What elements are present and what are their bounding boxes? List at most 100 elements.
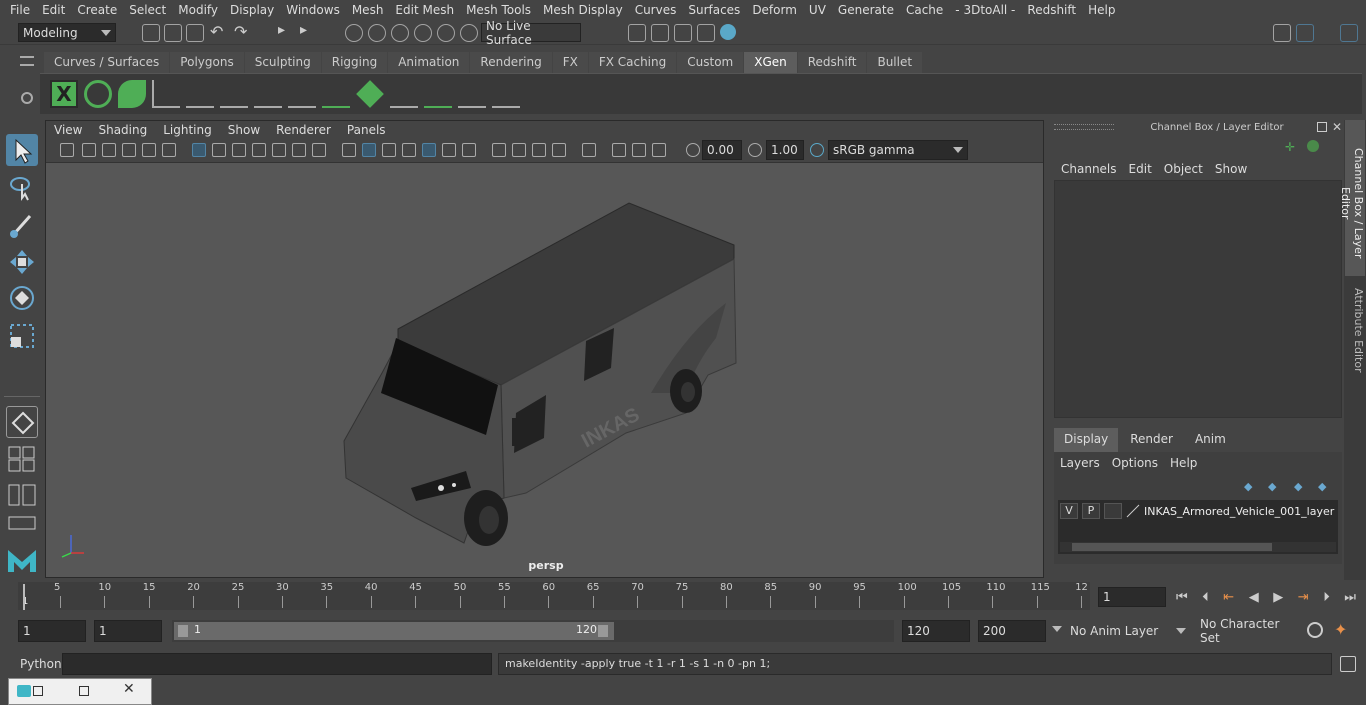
shelf-tab-rigging[interactable]: Rigging	[321, 52, 388, 73]
tab-attribute-editor[interactable]: Attribute Editor	[1345, 280, 1365, 380]
drag-handle[interactable]	[1054, 124, 1114, 130]
auto-key-icon[interactable]	[1307, 622, 1323, 638]
menu-redshift[interactable]: Redshift	[1021, 3, 1082, 17]
menu-mesh[interactable]: Mesh	[346, 3, 390, 17]
live-surface-field[interactable]: No Live Surface	[481, 19, 581, 47]
grid-toggle-icon[interactable]	[192, 143, 206, 157]
menu-edit-mesh[interactable]: Edit Mesh	[389, 3, 460, 17]
animation-prefs-icon[interactable]: ✦	[1334, 620, 1347, 639]
menu-modify[interactable]: Modify	[172, 3, 224, 17]
shelf-tab-custom[interactable]: Custom	[677, 52, 744, 73]
scene-end-field[interactable]	[978, 620, 1046, 642]
shelf-settings-gear-icon[interactable]	[21, 92, 33, 104]
motion-blur-icon[interactable]	[632, 143, 646, 157]
viewport-canvas[interactable]: INKAS persp	[46, 163, 1043, 577]
select-tool-icon[interactable]	[6, 134, 38, 166]
current-time-marker[interactable]	[23, 584, 25, 610]
menu-display[interactable]: Display	[224, 3, 280, 17]
layer-scrollbar[interactable]	[1060, 542, 1336, 552]
ambient-occlusion-icon[interactable]	[462, 143, 476, 157]
restore-icon[interactable]	[33, 686, 43, 696]
play-backward-icon[interactable]: ◀	[1249, 590, 1259, 605]
isolate-select-icon[interactable]	[552, 143, 566, 157]
speed-toggle-icon[interactable]	[1307, 140, 1319, 152]
new-layer-selected-icon[interactable]: ◆	[1318, 480, 1326, 493]
menu-deform[interactable]: Deform	[746, 3, 803, 17]
ipr-render-icon[interactable]	[674, 24, 692, 42]
render-sequence-icon[interactable]	[651, 24, 669, 42]
go-to-start-icon[interactable]: ⏮	[1176, 590, 1188, 605]
menu-generate[interactable]: Generate	[832, 3, 900, 17]
range-slider[interactable]: 1 120	[172, 620, 894, 642]
menu-mesh-display[interactable]: Mesh Display	[537, 3, 629, 17]
redo-icon[interactable]: ↷	[234, 22, 247, 41]
multisample-icon[interactable]	[612, 143, 626, 157]
xgen-select-guide-icon[interactable]	[254, 80, 282, 108]
xray-joints-icon[interactable]	[512, 143, 526, 157]
render-current-icon[interactable]	[628, 24, 646, 42]
layer-menu-layers[interactable]: Layers	[1054, 456, 1106, 470]
close-icon[interactable]: ✕	[1332, 120, 1342, 134]
four-view-layout-icon[interactable]	[8, 446, 36, 472]
xgen-guide-length-icon[interactable]	[322, 80, 350, 108]
script-language-toggle[interactable]: Python	[20, 657, 62, 671]
layer-type-toggle[interactable]	[1104, 503, 1122, 519]
manipulator-icon[interactable]: ✛	[1285, 140, 1295, 154]
shelf-tab-animation[interactable]: Animation	[388, 52, 470, 73]
workspace-icon[interactable]	[1273, 24, 1291, 42]
move-layer-up-icon[interactable]: ◆	[1244, 480, 1252, 493]
playback-start-field[interactable]	[94, 620, 162, 642]
shelf-tab-curves-surfaces[interactable]: Curves / Surfaces	[44, 52, 170, 73]
shelf-menu-icon[interactable]	[20, 56, 34, 66]
step-back-frame-icon[interactable]: ⏴	[1202, 590, 1209, 605]
tab-channel-box[interactable]: Channel Box / Layer Editor	[1339, 120, 1365, 276]
step-forward-frame-icon[interactable]: ⏵	[1323, 590, 1330, 605]
xgen-place-guides-icon[interactable]	[186, 80, 214, 108]
xgen-leaf-icon[interactable]	[118, 80, 146, 108]
bookmark-icon[interactable]	[102, 143, 116, 157]
viewport-menu-renderer[interactable]: Renderer	[268, 123, 339, 137]
snap-curve-icon[interactable]	[368, 24, 386, 42]
select-camera-icon[interactable]	[582, 143, 596, 157]
lighting-icon[interactable]	[422, 143, 436, 157]
close-icon[interactable]: ✕	[123, 681, 135, 697]
menu-mesh-tools[interactable]: Mesh Tools	[460, 3, 537, 17]
maximize-icon[interactable]	[79, 686, 89, 696]
field-chart-icon[interactable]	[272, 143, 286, 157]
shadows-icon[interactable]	[442, 143, 456, 157]
step-back-key-icon[interactable]: ⇤	[1223, 590, 1234, 605]
snap-point-icon[interactable]	[391, 24, 409, 42]
xgen-lock-guide-icon[interactable]	[288, 80, 316, 108]
menu-windows[interactable]: Windows	[280, 3, 346, 17]
armored-van-model[interactable]: INKAS	[46, 163, 1043, 577]
playback-end-field[interactable]	[902, 620, 970, 642]
select-object-icon[interactable]: ▸	[300, 22, 307, 38]
xgen-preview-eye-icon[interactable]	[84, 80, 112, 108]
command-input[interactable]	[62, 653, 492, 675]
layer-row[interactable]: V P INKAS_Armored_Vehicle_001_layer	[1060, 502, 1336, 520]
new-scene-icon[interactable]	[142, 24, 160, 42]
lasso-tool-icon[interactable]	[6, 172, 38, 204]
move-layer-down-icon[interactable]: ◆	[1268, 480, 1276, 493]
chevron-down-icon[interactable]	[1052, 626, 1062, 632]
shelf-tab-rendering[interactable]: Rendering	[470, 52, 552, 73]
menu-select[interactable]: Select	[123, 3, 172, 17]
camera-select-icon[interactable]	[60, 143, 74, 157]
color-space-dropdown[interactable]: sRGB gamma	[828, 140, 968, 160]
xgen-create-guides-icon[interactable]	[152, 80, 180, 108]
mode-dropdown[interactable]: Modeling	[18, 23, 116, 42]
two-d-pan-icon[interactable]	[142, 143, 156, 157]
rotate-tool-icon[interactable]	[6, 282, 38, 314]
grease-pencil-icon[interactable]	[162, 143, 176, 157]
channelbox-menu-object[interactable]: Object	[1158, 162, 1209, 176]
menu-uv[interactable]: UV	[803, 3, 832, 17]
color-management-icon[interactable]	[810, 143, 824, 157]
channel-box-toggle-icon[interactable]	[1296, 24, 1314, 42]
shelf-tab-fx-caching[interactable]: FX Caching	[588, 52, 677, 73]
step-forward-key-icon[interactable]: ⇥	[1298, 590, 1309, 605]
layer-menu-help[interactable]: Help	[1164, 456, 1203, 470]
snap-grid-icon[interactable]	[345, 24, 363, 42]
shelf-tab-sculpting[interactable]: Sculpting	[244, 52, 321, 73]
soft-select-icon[interactable]	[6, 406, 38, 438]
layer-visibility-toggle[interactable]: V	[1060, 503, 1078, 519]
